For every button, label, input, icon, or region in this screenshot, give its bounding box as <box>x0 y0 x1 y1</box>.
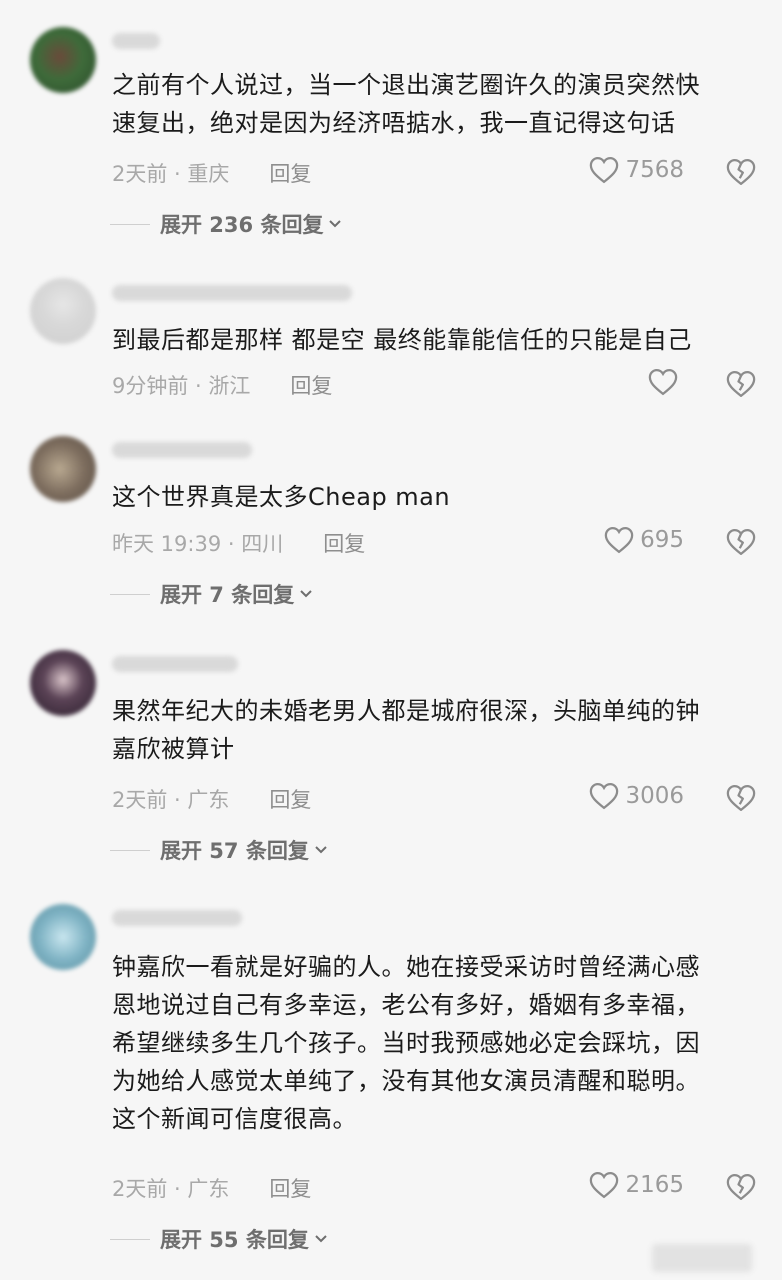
comment-text-line: 这个世界真是太多Cheap man <box>112 483 451 511</box>
comment-time-location: 昨天 19:39 · 四川 <box>112 532 284 556</box>
avatar[interactable] <box>30 650 96 716</box>
heart-icon <box>590 156 619 184</box>
like-count: 7568 <box>625 157 684 183</box>
heart-icon <box>648 368 678 396</box>
comment-text-line: 到最后都是那样 都是空 最终能靠能信任的只能是自己 <box>112 326 692 354</box>
like-count: 695 <box>640 527 684 553</box>
comment-text-line: 这个新闻可信度很高。 <box>112 1105 357 1133</box>
divider-line <box>110 223 150 225</box>
heart-icon <box>590 782 619 810</box>
expand-replies-button[interactable]: 展开 7 条回复 <box>110 579 314 609</box>
like-button[interactable]: 2165 <box>589 1171 684 1199</box>
comment-text-line: 速复出，绝对是因为经济唔掂水，我一直记得这句话 <box>112 109 676 137</box>
expand-replies-label: 展开 57 条回复 <box>160 839 309 863</box>
comment-time-location: 2天前 · 重庆 <box>112 162 230 186</box>
comment-text-line: 希望继续多生几个孩子。当时我预感她必定会踩坑，因 <box>112 1029 700 1057</box>
chevron-down-icon <box>315 846 327 854</box>
comment-text: 到最后都是那样 都是空 最终能靠能信任的只能是自己 <box>112 321 762 359</box>
like-button[interactable]: 7568 <box>589 156 684 184</box>
comment-time-location: 2天前 · 广东 <box>112 788 230 812</box>
expand-replies-label: 展开 236 条回复 <box>160 213 324 237</box>
avatar[interactable] <box>30 278 96 344</box>
comment-meta: 昨天 19:39 · 四川 回复 <box>112 528 365 558</box>
like-button[interactable]: 695 <box>604 526 684 554</box>
avatar[interactable] <box>30 27 96 93</box>
comment-meta: 2天前 · 广东 回复 <box>112 1173 311 1203</box>
expand-replies-button[interactable]: 展开 236 条回复 <box>110 209 343 239</box>
comment-text: 果然年纪大的未婚老男人都是城府很深，头脑单纯的钟 嘉欣被算计 <box>112 692 762 768</box>
comment-text-line: 果然年纪大的未婚老男人都是城府很深，头脑单纯的钟 <box>112 697 700 725</box>
comment-text: 钟嘉欣一看就是好骗的人。她在接受采访时曾经满心感 恩地说过自己有多幸运，老公有多… <box>112 948 762 1138</box>
comment-text-line: 为她给人感觉太单纯了，没有其他女演员清醒和聪明。 <box>112 1067 700 1095</box>
reply-button[interactable]: 回复 <box>269 158 311 188</box>
comment-text-line: 恩地说过自己有多幸运，老公有多好，婚姻有多幸福， <box>112 991 700 1019</box>
broken-heart-icon[interactable] <box>726 1172 756 1202</box>
like-button[interactable] <box>648 368 684 396</box>
comment-meta: 2天前 · 广东 回复 <box>112 784 311 814</box>
comment-text-line: 钟嘉欣一看就是好骗的人。她在接受采访时曾经满心感 <box>112 953 700 981</box>
watermark <box>652 1244 752 1272</box>
reply-button[interactable]: 回复 <box>269 1173 311 1203</box>
divider-line <box>110 849 150 851</box>
like-count: 2165 <box>625 1172 684 1198</box>
expand-replies-button[interactable]: 展开 55 条回复 <box>110 1224 329 1254</box>
chevron-down-icon <box>300 590 312 598</box>
chevron-down-icon <box>329 220 342 228</box>
comment-text-line: 嘉欣被算计 <box>112 735 235 763</box>
reply-button[interactable]: 回复 <box>290 370 332 400</box>
comment-time-location: 9分钟前 · 浙江 <box>112 374 251 398</box>
like-count: 3006 <box>625 783 684 809</box>
comment-meta: 2天前 · 重庆 回复 <box>112 158 311 188</box>
comment-text: 这个世界真是太多Cheap man <box>112 478 762 516</box>
broken-heart-icon[interactable] <box>726 157 756 187</box>
reply-button[interactable]: 回复 <box>269 784 311 814</box>
username[interactable] <box>112 285 352 301</box>
reply-button[interactable]: 回复 <box>323 528 365 558</box>
username[interactable] <box>112 656 238 672</box>
comment-text: 之前有个人说过，当一个退出演艺圈许久的演员突然快 速复出，绝对是因为经济唔掂水，… <box>112 66 762 142</box>
divider-line <box>110 1238 150 1240</box>
expand-replies-label: 展开 7 条回复 <box>160 583 295 607</box>
username[interactable] <box>112 33 160 49</box>
chevron-down-icon <box>315 1235 327 1243</box>
comment-time-location: 2天前 · 广东 <box>112 1177 230 1201</box>
broken-heart-icon[interactable] <box>726 527 756 557</box>
heart-icon <box>604 526 634 554</box>
avatar[interactable] <box>30 436 96 502</box>
like-button[interactable]: 3006 <box>589 782 684 810</box>
avatar[interactable] <box>30 904 96 970</box>
username[interactable] <box>112 910 242 926</box>
broken-heart-icon[interactable] <box>726 369 756 399</box>
comment-meta: 9分钟前 · 浙江 回复 <box>112 370 332 400</box>
broken-heart-icon[interactable] <box>726 783 756 813</box>
expand-replies-label: 展开 55 条回复 <box>160 1228 309 1252</box>
divider-line <box>110 593 150 595</box>
comment-text-line: 之前有个人说过，当一个退出演艺圈许久的演员突然快 <box>112 71 700 99</box>
heart-icon <box>590 1171 619 1199</box>
expand-replies-button[interactable]: 展开 57 条回复 <box>110 835 329 865</box>
username[interactable] <box>112 442 252 458</box>
